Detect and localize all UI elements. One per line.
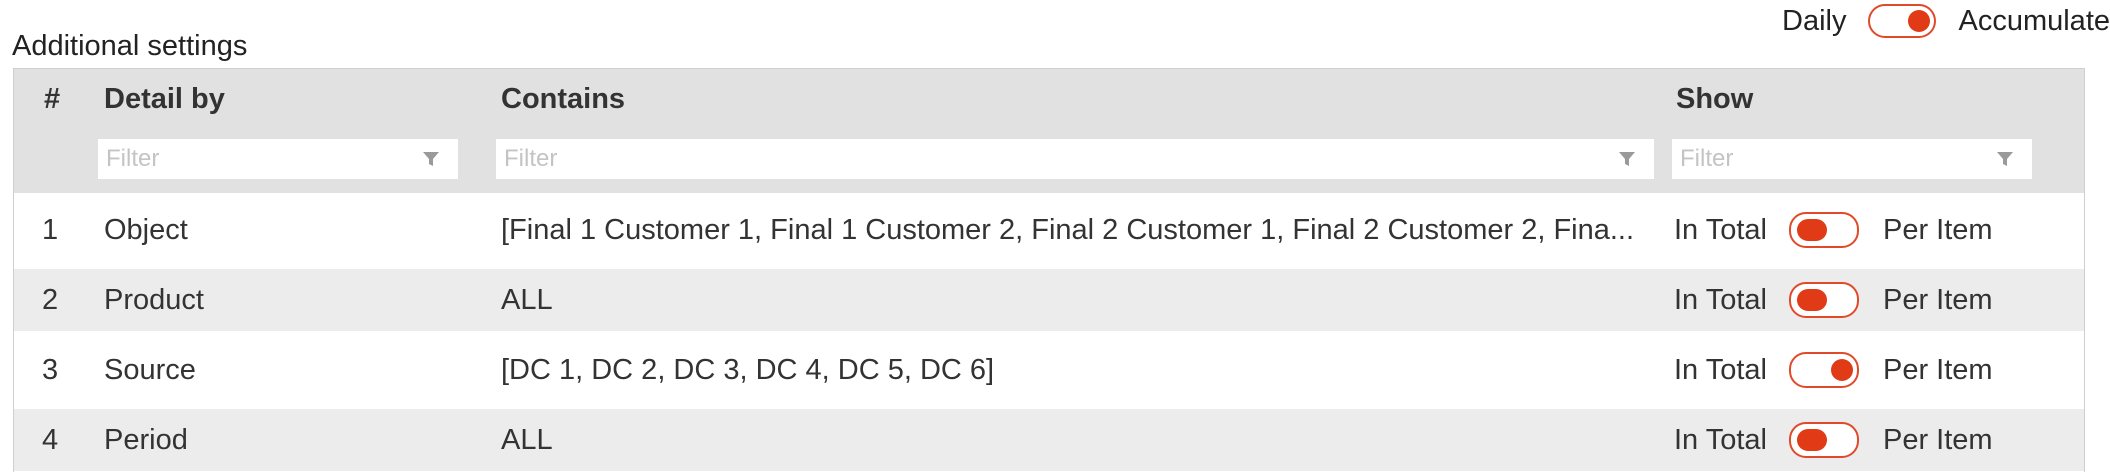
show-switch[interactable]	[1788, 422, 1859, 458]
filter-icon[interactable]	[1996, 150, 2014, 168]
contains-cell: [DC 1, DC 2, DC 3, DC 4, DC 5, DC 6]	[501, 354, 995, 386]
show-switch[interactable]	[1788, 352, 1859, 388]
daily-accumulate-switch[interactable]	[1868, 4, 1937, 38]
per-item-label: Per Item	[1882, 213, 1993, 246]
show-switch[interactable]	[1788, 282, 1859, 318]
column-header-detail-by[interactable]: Detail by	[104, 83, 225, 116]
in-total-label: In Total	[1674, 423, 1767, 456]
contains-filter	[496, 139, 1654, 179]
in-total-label: In Total	[1674, 353, 1767, 386]
show-switch[interactable]	[1788, 212, 1859, 248]
daily-label: Daily	[1782, 4, 1847, 37]
in-total-label: In Total	[1674, 213, 1767, 246]
switch-knob	[1830, 359, 1853, 381]
section-title: Additional settings	[12, 30, 248, 62]
show-toggle-group: In Total Per Item	[1674, 409, 1993, 471]
show-toggle-group: In Total Per Item	[1674, 339, 1993, 401]
row-number: 3	[42, 354, 59, 386]
switch-knob	[1908, 10, 1931, 32]
row-number: 2	[42, 284, 59, 316]
accumulate-label: Accumulate	[1958, 4, 2110, 37]
filter-icon[interactable]	[1618, 150, 1636, 168]
detail-by-cell: Product	[104, 284, 204, 316]
contains-filter-input[interactable]	[502, 144, 1654, 174]
daily-accumulate-toggle-group: Daily Accumulate	[1770, 4, 2110, 38]
detail-by-cell: Object	[104, 214, 188, 246]
detail-by-cell: Period	[104, 424, 188, 456]
table-row[interactable]: 2 Product ALL In Total Per Item	[14, 269, 2084, 331]
table-row[interactable]: 4 Period ALL In Total Per Item	[14, 409, 2084, 471]
show-toggle-group: In Total Per Item	[1674, 269, 1993, 331]
in-total-label: In Total	[1674, 283, 1767, 316]
settings-table: # Detail by Contains Show 1 Object [Fina…	[13, 68, 2085, 472]
detail-by-filter	[98, 139, 458, 179]
detail-by-cell: Source	[104, 354, 196, 386]
contains-cell: ALL	[501, 424, 553, 456]
column-header-number: #	[44, 83, 61, 115]
switch-knob	[1796, 429, 1827, 451]
contains-cell: [Final 1 Customer 1, Final 1 Customer 2,…	[501, 214, 1635, 246]
contains-cell: ALL	[501, 284, 553, 316]
show-filter	[1672, 139, 2032, 179]
show-filter-input[interactable]	[1678, 144, 2032, 174]
row-number: 4	[42, 424, 59, 456]
filter-icon[interactable]	[422, 150, 440, 168]
table-row[interactable]: 3 Source [DC 1, DC 2, DC 3, DC 4, DC 5, …	[14, 339, 2084, 401]
switch-knob	[1796, 219, 1827, 241]
row-number: 1	[42, 214, 59, 246]
per-item-label: Per Item	[1882, 353, 1993, 386]
per-item-label: Per Item	[1882, 283, 1993, 316]
column-header-show[interactable]: Show	[1676, 83, 1753, 116]
show-toggle-group: In Total Per Item	[1674, 199, 1993, 261]
table-header: # Detail by Contains Show	[14, 69, 2084, 193]
per-item-label: Per Item	[1882, 423, 1993, 456]
table-row[interactable]: 1 Object [Final 1 Customer 1, Final 1 Cu…	[14, 199, 2084, 261]
switch-knob	[1796, 289, 1827, 311]
column-header-contains[interactable]: Contains	[501, 83, 625, 116]
detail-by-filter-input[interactable]	[104, 144, 458, 174]
